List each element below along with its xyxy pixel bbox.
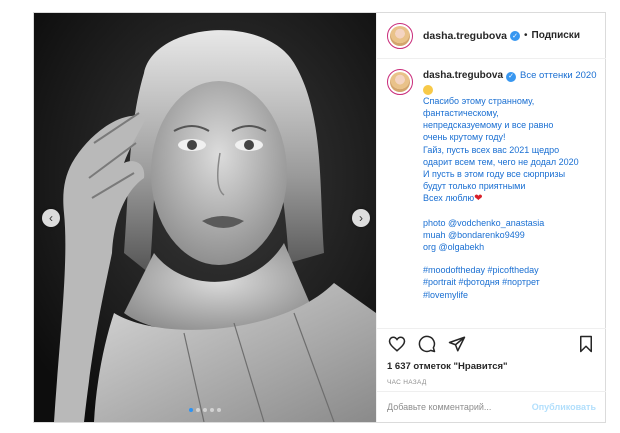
credit-link[interactable]: muah @bondarenko9499	[423, 229, 596, 241]
verified-badge-icon: ✓	[510, 30, 521, 41]
share-icon	[448, 336, 466, 352]
comment-input[interactable]	[387, 402, 532, 412]
carousel-prev-button[interactable]: ‹	[42, 209, 60, 227]
carousel-dot	[210, 408, 214, 412]
hashtag-link[interactable]: #lovemylife	[423, 289, 596, 301]
comment-button[interactable]	[417, 334, 437, 354]
caption-line: фантастическому,	[423, 108, 499, 119]
post-caption: dasha.tregubova ✓ Все оттенки 2020 Спасибо…	[387, 69, 600, 301]
publish-button[interactable]: Опубликовать	[532, 402, 596, 412]
username-link[interactable]: dasha.tregubova	[423, 30, 507, 42]
post-timestamp[interactable]: ЧАС НАЗАД	[387, 379, 427, 386]
separator: •	[524, 30, 528, 41]
carousel-dot	[203, 408, 207, 412]
hashtag-link[interactable]: #moodoftheday #picoftheday	[423, 264, 596, 276]
follow-button[interactable]: Подписки	[532, 30, 580, 41]
caption-username-link[interactable]: dasha.tregubova	[423, 70, 503, 81]
comment-form: Опубликовать	[377, 391, 606, 422]
caption-title: Все оттенки 2020	[520, 70, 597, 81]
caption-avatar[interactable]	[387, 69, 413, 95]
caption-line: непредсказуемому и все равно	[423, 120, 554, 131]
heart-emoji-icon: ❤	[474, 193, 483, 205]
caption-line: Спасибо этому странному,	[423, 95, 535, 106]
comment-icon	[418, 335, 436, 353]
caption-line: очень крутому году!	[423, 132, 506, 143]
carousel-next-button[interactable]: ›	[352, 209, 370, 227]
avatar[interactable]	[387, 22, 413, 49]
bookmark-icon	[580, 335, 592, 353]
post-header: dasha.tregubova ✓ • Подписки	[377, 13, 606, 59]
caption-line: Всех люблю	[423, 193, 475, 204]
carousel-dot	[196, 408, 200, 412]
caption-line: И пусть в этом году все сюрпризы	[423, 169, 566, 180]
post-photo[interactable]: ‹ ›	[34, 13, 376, 422]
carousel-dot	[217, 408, 221, 412]
like-button[interactable]	[387, 334, 407, 354]
post-sidebar: dasha.tregubova ✓ • Подписки dasha.tregu…	[376, 13, 606, 422]
caption-line: будут только приятными	[423, 181, 526, 192]
share-button[interactable]	[447, 334, 467, 354]
carousel-dot	[189, 408, 193, 412]
portrait-image	[34, 13, 376, 422]
chevron-right-icon: ›	[359, 211, 363, 225]
likes-count[interactable]: 1 637 отметок "Нравится"	[387, 361, 508, 372]
verified-badge-icon: ✓	[506, 72, 517, 83]
carousel-indicator	[34, 408, 376, 412]
instagram-post: ‹ › dasha.tregubova ✓ • Подписки dasha.t…	[33, 12, 606, 423]
credit-link[interactable]: org @olgabekh	[423, 241, 596, 253]
action-bar	[377, 328, 606, 359]
hashtag-link[interactable]: #portrait #фотодня #портрет	[423, 276, 596, 288]
caption-body: dasha.tregubova ✓ Все оттенки 2020 Спасибо…	[423, 69, 596, 301]
save-button[interactable]	[576, 334, 596, 354]
smile-emoji-icon	[423, 84, 433, 95]
caption-line: одарит всем тем, чего не додал 2020	[423, 156, 579, 167]
credit-link[interactable]: photo @vodchenko_anastasia	[423, 217, 596, 229]
caption-line: Гайз, пусть всех вас 2021 щедро	[423, 144, 560, 155]
heart-icon	[388, 336, 406, 352]
chevron-left-icon: ‹	[49, 211, 53, 225]
